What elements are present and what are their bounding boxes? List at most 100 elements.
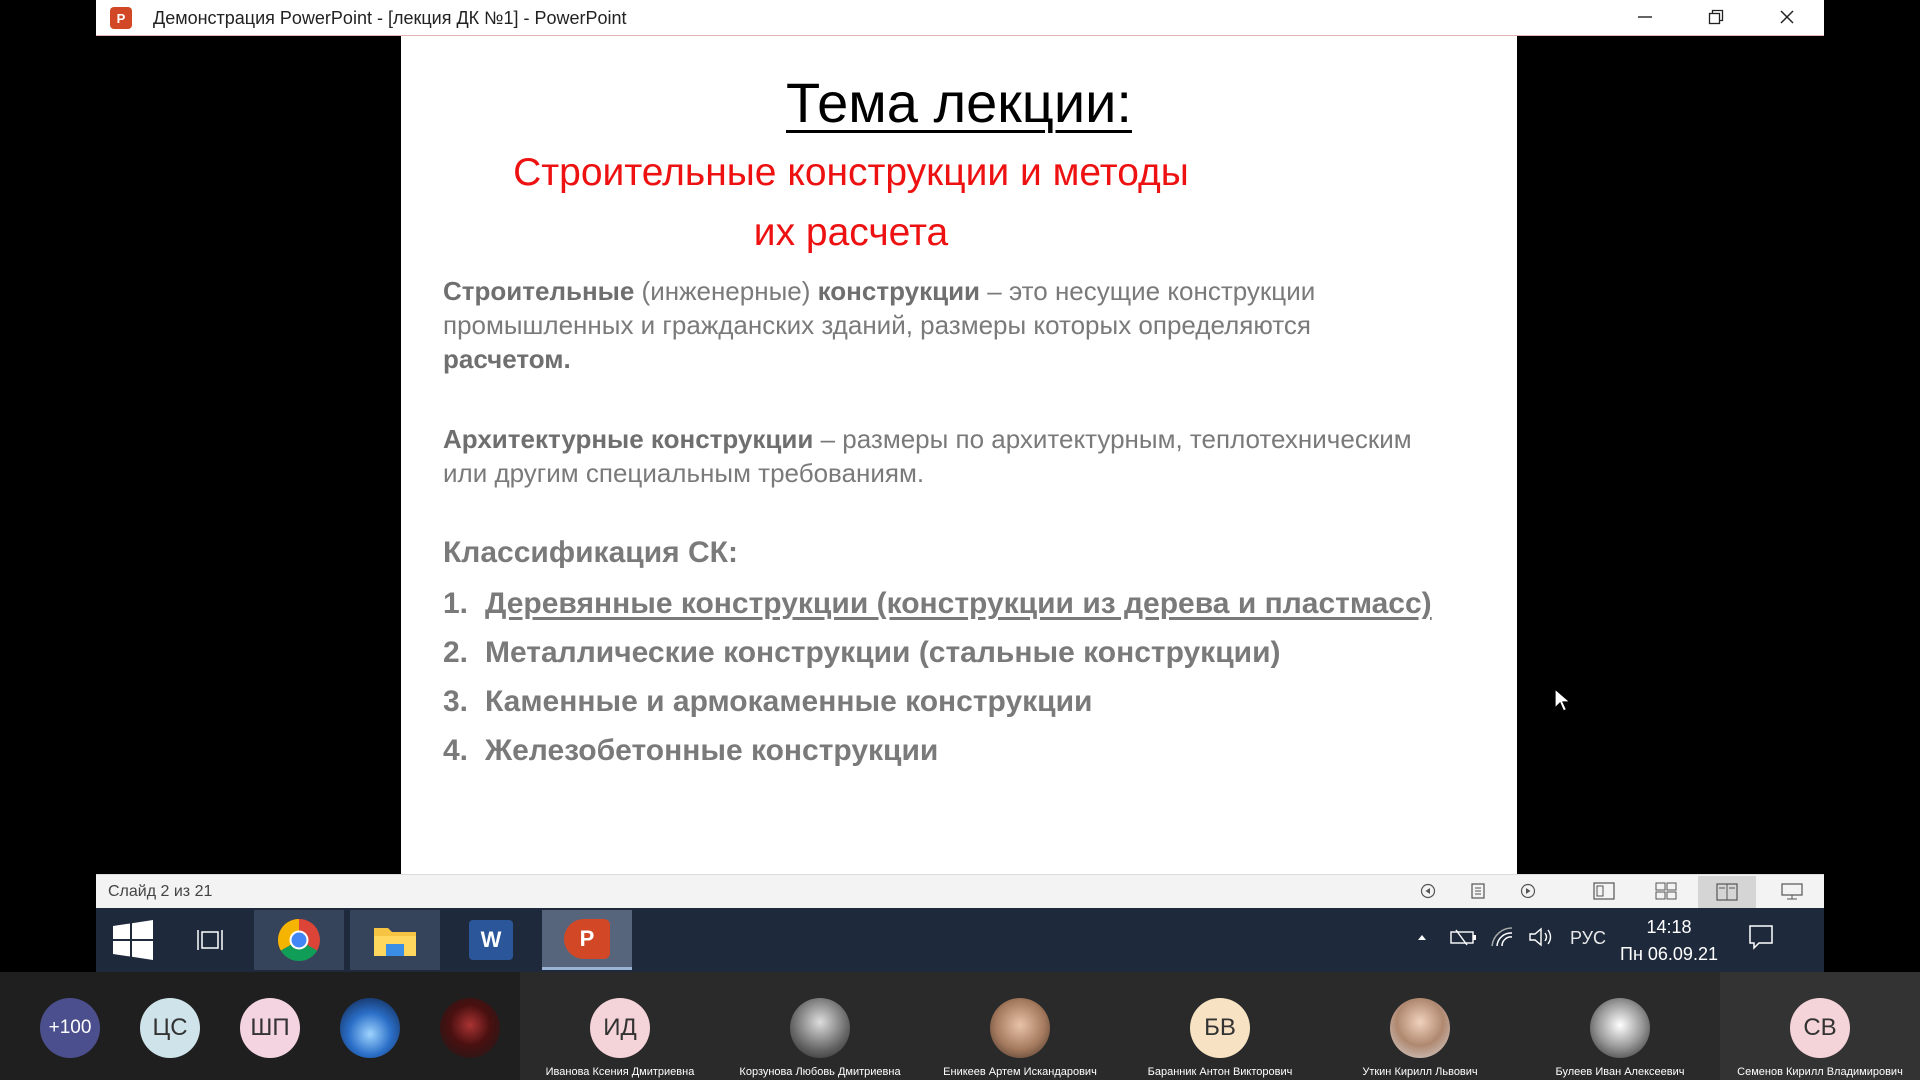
list-item: 4. Железобетонные конструкции	[443, 731, 1443, 771]
previous-icon	[1420, 883, 1436, 899]
participants-strip: +100 ЦС ШП ИД Иванова Ксения Дмитриевна …	[0, 972, 1920, 1080]
participant-photo-avatar	[1590, 998, 1650, 1058]
task-view-button[interactable]	[174, 910, 248, 970]
powerpoint-icon-letter: P	[579, 925, 595, 951]
next-icon	[1520, 883, 1536, 899]
classification-heading: Классификация СК:	[443, 536, 738, 569]
list-number: 2.	[443, 636, 469, 669]
windows-logo-icon	[113, 920, 153, 960]
slide-show-area[interactable]: Тема лекции: Строительные конструкции и …	[96, 36, 1824, 874]
normal-view-button[interactable]	[1590, 880, 1618, 902]
speaker-icon	[1529, 927, 1552, 947]
term-bold-2: конструкции	[817, 276, 981, 306]
power-tray-button[interactable]	[1450, 926, 1478, 953]
restore-icon	[1708, 9, 1724, 25]
battery-plug-icon	[1450, 929, 1476, 946]
reading-view-button[interactable]	[1698, 876, 1756, 908]
participant-avatar: СВ	[1790, 998, 1850, 1058]
architectural-paragraph: Архитектурные конструкции – размеры по а…	[443, 422, 1443, 490]
slide[interactable]: Тема лекции: Строительные конструкции и …	[401, 36, 1572, 874]
start-button[interactable]	[96, 910, 170, 970]
status-bar: Слайд 2 из 21	[96, 874, 1824, 908]
slide-title: Тема лекции:	[786, 71, 1132, 134]
close-icon	[1780, 10, 1794, 24]
next-slide-button[interactable]	[1516, 880, 1540, 902]
show-hidden-icons-button[interactable]	[1416, 928, 1428, 949]
participant-photo-avatar	[990, 998, 1050, 1058]
menu-icon	[1471, 883, 1485, 899]
participant-tile[interactable]: Корзунова Любовь Дмитриевна	[720, 972, 920, 1080]
taskbar: W P РУС 14:18 Пн 06.09.21	[96, 908, 1824, 972]
clock-date: Пн 06.09.21	[1620, 944, 1718, 964]
list-number: 3.	[443, 685, 469, 718]
list-item: 3. Каменные и армокаменные конструкции	[443, 682, 1443, 722]
slide-sorter-button[interactable]	[1652, 880, 1680, 902]
para-text-1: (инженерные)	[634, 276, 818, 306]
participant-avatar: ИД	[590, 998, 650, 1058]
participant-name: Булеев Иван Алексеевич	[1555, 1066, 1685, 1078]
list-number: 4.	[443, 734, 469, 767]
chrome-taskbar-button[interactable]	[254, 910, 344, 970]
window-title: Демонстрация PowerPoint - [лекция ДК №1]…	[153, 8, 627, 28]
participant-photo-avatar	[1390, 998, 1450, 1058]
powerpoint-app-icon[interactable]: P	[110, 7, 132, 29]
participant-avatar[interactable]: ЦС	[140, 998, 200, 1058]
previous-slide-button[interactable]	[1416, 880, 1440, 902]
participant-photo-avatar[interactable]	[440, 998, 500, 1058]
list-number: 1.	[443, 587, 469, 620]
participant-name: Корзунова Любовь Дмитриевна	[739, 1066, 901, 1078]
participant-name: Иванова Ксения Дмитриевна	[545, 1066, 695, 1078]
slide-show-button[interactable]	[1778, 880, 1806, 902]
normal-view-icon	[1593, 882, 1615, 900]
participant-tile[interactable]: Уткин Кирилл Львович	[1320, 972, 1520, 1080]
mouse-cursor-icon	[1554, 688, 1572, 712]
list-item: 2. Металлические конструкции (стальные к…	[443, 633, 1443, 673]
participant-photo-avatar	[790, 998, 850, 1058]
minimize-icon	[1638, 16, 1652, 18]
list-link-text[interactable]: Деревянные конструкции (конструкции из д…	[485, 587, 1432, 620]
slide-menu-button[interactable]	[1466, 880, 1490, 902]
close-button[interactable]	[1752, 0, 1822, 34]
classification-list: 1. Деревянные конструкции (конструкции и…	[443, 584, 1443, 780]
folder-icon	[374, 928, 416, 956]
word-taskbar-button[interactable]: W	[446, 910, 536, 970]
action-center-button[interactable]	[1748, 924, 1774, 955]
term-bold-1: Строительные	[443, 276, 635, 306]
notification-icon	[1749, 925, 1773, 950]
minimize-button[interactable]	[1610, 0, 1680, 34]
grid-icon	[1655, 882, 1677, 900]
restore-button[interactable]	[1681, 0, 1751, 34]
participant-avatar[interactable]: ШП	[240, 998, 300, 1058]
word-icon: W	[469, 920, 513, 960]
language-indicator[interactable]: РУС	[1570, 928, 1606, 949]
word-icon-letter: W	[480, 927, 502, 952]
network-tray-button[interactable]	[1490, 926, 1516, 953]
participant-tile[interactable]: Булеев Иван Алексеевич	[1520, 972, 1720, 1080]
participant-tile[interactable]: ИД Иванова Ксения Дмитриевна	[520, 972, 720, 1080]
task-view-icon	[197, 930, 223, 950]
slide-counter: Слайд 2 из 21	[108, 883, 213, 900]
participant-tile[interactable]: БВ Баранник Антон Викторович	[1120, 972, 1320, 1080]
volume-tray-button[interactable]	[1528, 926, 1556, 953]
file-explorer-taskbar-button[interactable]	[350, 910, 440, 970]
participant-tile[interactable]: СВ Семенов Кирилл Владимирович	[1720, 972, 1920, 1080]
clock[interactable]: 14:18 Пн 06.09.21	[1614, 914, 1724, 968]
powerpoint-icon: P	[564, 918, 610, 959]
powerpoint-window: P Демонстрация PowerPoint - [лекция ДК №…	[96, 0, 1824, 908]
participant-avatar: БВ	[1190, 998, 1250, 1058]
chevron-up-icon	[1418, 935, 1426, 940]
list-text: Металлические конструкции (стальные конс…	[485, 636, 1281, 669]
list-item[interactable]: 1. Деревянные конструкции (конструкции и…	[443, 584, 1443, 624]
wifi-icon	[1491, 927, 1513, 947]
chrome-icon	[277, 919, 320, 962]
participant-tile[interactable]: Еникеев Артем Искандарович	[920, 972, 1120, 1080]
participant-photo-avatar[interactable]	[340, 998, 400, 1058]
term-bold-arch: Архитектурные конструкции	[443, 424, 814, 454]
participant-name: Еникеев Артем Искандарович	[943, 1066, 1097, 1078]
powerpoint-taskbar-button[interactable]: P	[542, 910, 632, 970]
term-bold-3: расчетом.	[443, 344, 571, 374]
participant-name: Семенов Кирилл Владимирович	[1737, 1066, 1903, 1078]
more-participants-button[interactable]: +100	[40, 998, 100, 1058]
participant-name: Уткин Кирилл Львович	[1362, 1066, 1478, 1078]
list-text: Железобетонные конструкции	[485, 734, 939, 767]
